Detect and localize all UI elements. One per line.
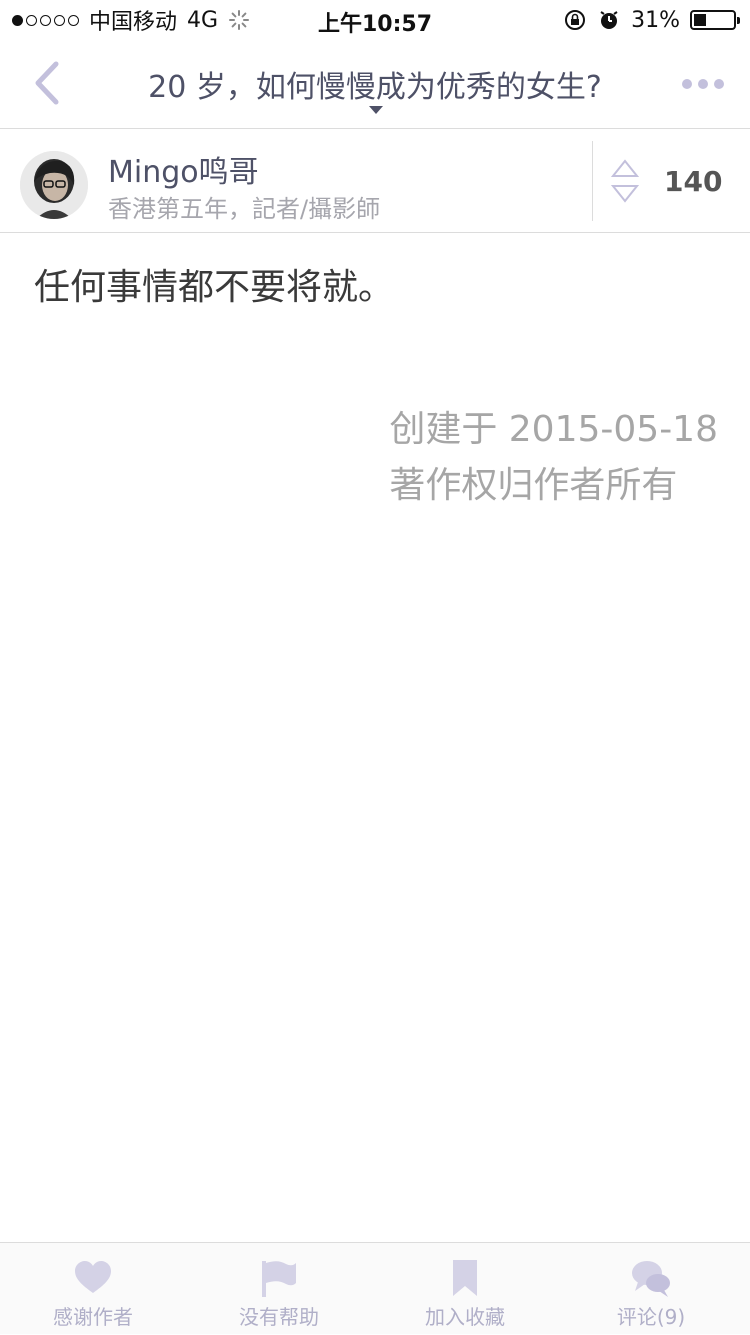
divider (592, 141, 593, 221)
heart-icon (75, 1261, 111, 1293)
question-title[interactable]: 20 岁，如何慢慢成为优秀的女生? (100, 62, 650, 106)
created-date: 创建于 2015-05-18 (389, 409, 718, 450)
bookmark-icon (453, 1260, 477, 1296)
comment-icon (632, 1261, 670, 1297)
chevron-down-icon[interactable] (369, 106, 383, 114)
bottom-tab-bar: 感谢作者 没有帮助 加入收藏 评论(9) (0, 1242, 750, 1334)
add-to-favorites-button[interactable]: 加入收藏 (372, 1243, 558, 1335)
author-bio: 香港第五年，記者/攝影師 (108, 195, 381, 223)
tab-label: 没有帮助 (239, 1305, 319, 1329)
answer-body: 任何事情都不要将就。 (34, 267, 395, 308)
thank-author-button[interactable]: 感谢作者 (0, 1243, 186, 1335)
tab-label: 感谢作者 (53, 1305, 133, 1329)
not-helpful-button[interactable]: 没有帮助 (186, 1243, 372, 1335)
answer-meta: 创建于 2015-05-18 著作权归作者所有 (389, 402, 718, 514)
flag-icon (262, 1261, 296, 1297)
avatar[interactable] (20, 151, 88, 219)
author-name[interactable]: Mingo鸣哥 (108, 147, 259, 191)
author-row: Mingo鸣哥 香港第五年，記者/攝影師 140 (0, 129, 750, 233)
tab-label: 评论(9) (616, 1305, 686, 1329)
status-right: 31% (563, 6, 740, 34)
vote-arrows-icon[interactable] (611, 159, 639, 203)
vote-count: 140 (664, 165, 723, 198)
avatar-image (20, 151, 88, 219)
alarm-clock-icon (600, 11, 618, 29)
rotation-lock-icon (565, 10, 586, 30)
copyright-notice: 著作权归作者所有 (389, 465, 678, 506)
navigation-bar: 20 岁，如何慢慢成为优秀的女生? (0, 40, 750, 129)
back-button[interactable] (28, 58, 68, 108)
more-dots-icon (682, 79, 692, 89)
status-bar: 中国移动 4G 上午10:57 31% (0, 0, 750, 40)
battery-icon (690, 10, 740, 30)
more-options-button[interactable] (682, 74, 724, 94)
tab-label: 加入收藏 (425, 1305, 505, 1329)
battery-percent: 31% (631, 7, 680, 33)
comments-button[interactable]: 评论(9) (558, 1243, 744, 1335)
